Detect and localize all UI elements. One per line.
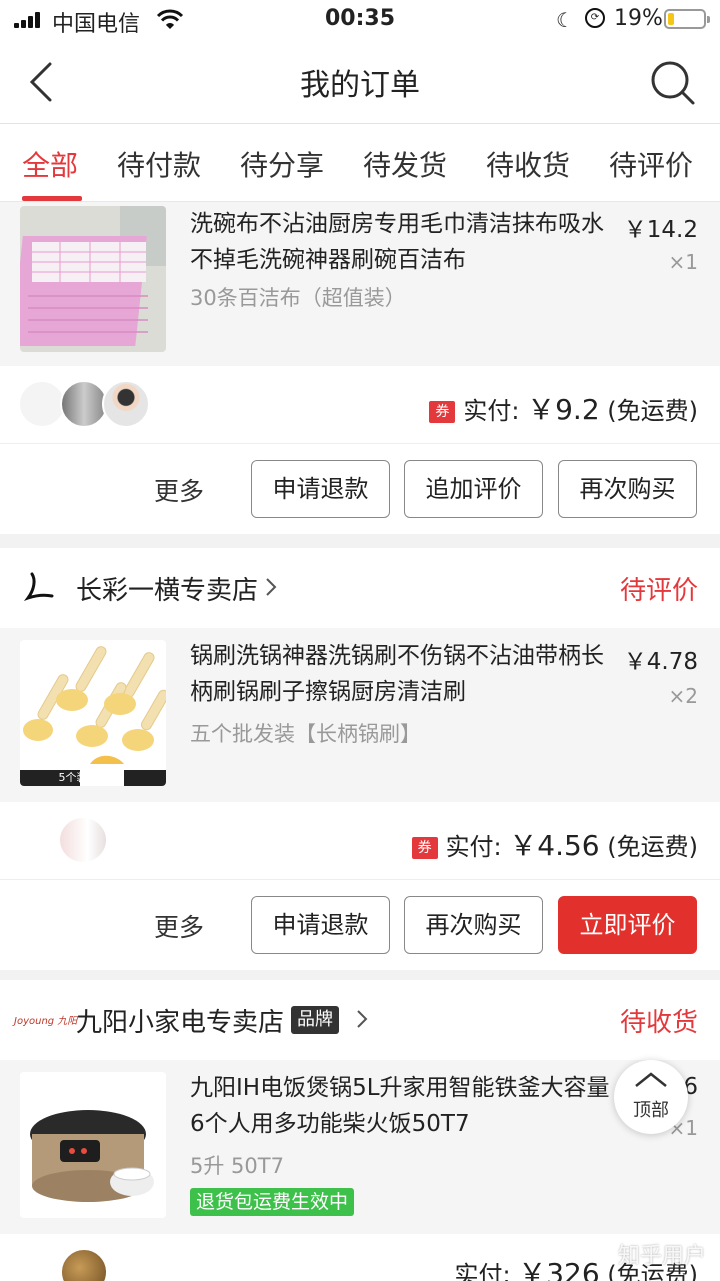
tab-all[interactable]: 全部: [22, 144, 78, 184]
order-card: 洗碗布不沾油厨房专用毛巾清洁抹布吸水不掉毛洗碗神器刷碗百洁布 30条百洁布（超值…: [0, 202, 720, 534]
chevron-right-icon: [357, 1010, 368, 1028]
buy-again-button[interactable]: 再次购买: [558, 460, 697, 518]
avatar: [60, 1248, 108, 1281]
order-tabs: 全部 待付款 待分享 待发货 待收货 待评价: [0, 124, 720, 202]
watermark: 知乎用户: [617, 1244, 706, 1269]
paid-value: ￥326: [518, 1257, 600, 1281]
paid-label: 实付:: [454, 1261, 519, 1281]
back-to-top-label: 顶部: [633, 1100, 669, 1121]
nav-bar: 我的订单: [0, 40, 720, 124]
pot-brush-image: [20, 640, 166, 786]
page-title: 我的订单: [300, 68, 420, 103]
product-spec: 五个批发装【长柄锅刷】: [190, 722, 421, 746]
group-buyer-avatars: [18, 1248, 158, 1281]
active-tab-indicator: [22, 196, 82, 201]
avatar: [60, 380, 108, 428]
product-thumbnail[interactable]: [20, 206, 166, 352]
tab-pending-review[interactable]: 待评价: [609, 144, 693, 184]
product-title[interactable]: 锅刷洗锅神器洗锅刷不伤锅不沾油带柄长柄刷锅刷子擦锅厨房清洁刷: [190, 638, 610, 710]
order-card: 长彩一横专卖店 待评价 5个装 分享） 锅刷洗锅神器洗锅刷不伤锅不沾油带柄长柄刷…: [0, 548, 720, 970]
tab-pending-payment[interactable]: 待付款: [117, 144, 201, 184]
order-status: 待评价: [619, 576, 698, 606]
payment-row: 券实付: ￥4.56 (免运费): [0, 802, 720, 880]
chevron-right-icon: [266, 578, 277, 596]
product-title[interactable]: 九阳IH电饭煲锅5L升家用智能铁釜大容量6个人用多功能柴火饭50T7: [190, 1070, 610, 1142]
product-row[interactable]: 5个装 分享） 锅刷洗锅神器洗锅刷不伤锅不沾油带柄长柄刷锅刷子擦锅厨房清洁刷 五…: [0, 628, 720, 802]
group-buyer-avatars: [18, 380, 158, 430]
store-row[interactable]: Joyoung 九阳 九阳小家电专卖店 品牌 待收货: [0, 980, 720, 1060]
product-price: ￥14.2: [623, 217, 698, 243]
order-card: Joyoung 九阳 九阳小家电专卖店 品牌 待收货 九阳IH电饭煲锅5L升家用…: [0, 980, 720, 1281]
paid-label: 实付:: [445, 833, 510, 861]
search-icon[interactable]: [648, 58, 696, 106]
action-row: 更多 申请退款 再次购买 立即评价: [0, 880, 720, 970]
brand-badge: 品牌: [291, 1006, 339, 1034]
paid-value: ￥4.56: [509, 829, 600, 862]
store-row[interactable]: 长彩一横专卖店 待评价: [0, 548, 720, 628]
tab-pending-share[interactable]: 待分享: [240, 144, 324, 184]
add-review-button[interactable]: 追加评价: [404, 460, 543, 518]
payment-row: 实付: ￥326 (免运费): [0, 1234, 720, 1281]
thumbnail-caption: 5个装 分享）: [58, 771, 128, 784]
rotation-lock-icon: ⟳: [585, 8, 605, 28]
coupon-icon: 券: [411, 837, 438, 859]
paid-value: ￥9.2: [527, 393, 600, 426]
order-status: 待收货: [619, 1008, 698, 1038]
buy-again-button[interactable]: 再次购买: [404, 896, 543, 954]
back-to-top-button[interactable]: 顶部: [614, 1060, 688, 1134]
store-name[interactable]: 九阳小家电专卖店: [76, 1002, 284, 1039]
paid-label: 实付:: [463, 397, 528, 425]
shipping-note: (免运费): [599, 833, 698, 861]
return-shipping-badge: 退货包运费生效中: [190, 1188, 355, 1216]
product-thumbnail[interactable]: [20, 1072, 166, 1218]
product-thumbnail[interactable]: 5个装 分享）: [20, 640, 166, 786]
store-logo: Joyoung 九阳: [14, 1016, 78, 1027]
product-spec: 5升 50T7: [190, 1154, 284, 1178]
review-now-button[interactable]: 立即评价: [558, 896, 697, 954]
product-title[interactable]: 洗碗布不沾油厨房专用毛巾清洁抹布吸水不掉毛洗碗神器刷碗百洁布: [190, 206, 610, 278]
rice-cooker-image: [20, 1072, 166, 1218]
avatar: [18, 380, 66, 428]
avatar: [102, 380, 150, 428]
store-logo: [23, 572, 54, 601]
avatar: [58, 816, 108, 864]
battery-icon: [664, 9, 710, 29]
do-not-disturb-icon: ☾: [556, 8, 574, 32]
store-name[interactable]: 长彩一横专卖店: [76, 570, 258, 607]
paid-amount: 券实付: ￥4.56 (免运费): [411, 824, 698, 864]
paid-amount: 券实付: ￥9.2 (免运费): [429, 388, 698, 428]
battery-percent: 19%: [614, 6, 663, 31]
more-button[interactable]: 更多: [154, 908, 204, 944]
tab-pending-receipt[interactable]: 待收货: [486, 144, 570, 184]
product-quantity: ×2: [668, 684, 698, 708]
more-button[interactable]: 更多: [154, 472, 204, 508]
dish-cloth-image: [20, 206, 166, 352]
status-bar: 中国电信 00:35 ☾ ⟳ 19%: [0, 0, 720, 40]
shipping-note: (免运费): [599, 397, 698, 425]
product-price: ￥4.78: [623, 649, 698, 675]
product-spec: 30条百洁布（超值装）: [190, 286, 406, 310]
product-quantity: ×1: [668, 250, 698, 274]
clock: 00:35: [324, 6, 396, 31]
tab-pending-shipment[interactable]: 待发货: [363, 144, 447, 184]
product-row[interactable]: 九阳IH电饭煲锅5L升家用智能铁釜大容量6个人用多功能柴火饭50T7 5升 50…: [0, 1060, 720, 1234]
payment-row: 券实付: ￥9.2 (免运费): [0, 366, 720, 444]
order-list[interactable]: 洗碗布不沾油厨房专用毛巾清洁抹布吸水不掉毛洗碗神器刷碗百洁布 30条百洁布（超值…: [0, 202, 720, 1281]
group-buyer-avatars: [18, 816, 158, 866]
refund-button[interactable]: 申请退款: [251, 896, 390, 954]
action-row: 更多 申请退款 追加评价 再次购买: [0, 444, 720, 534]
coupon-icon: 券: [429, 401, 456, 423]
refund-button[interactable]: 申请退款: [251, 460, 390, 518]
product-row[interactable]: 洗碗布不沾油厨房专用毛巾清洁抹布吸水不掉毛洗碗神器刷碗百洁布 30条百洁布（超值…: [0, 202, 720, 366]
chevron-up-icon: [635, 1072, 667, 1087]
